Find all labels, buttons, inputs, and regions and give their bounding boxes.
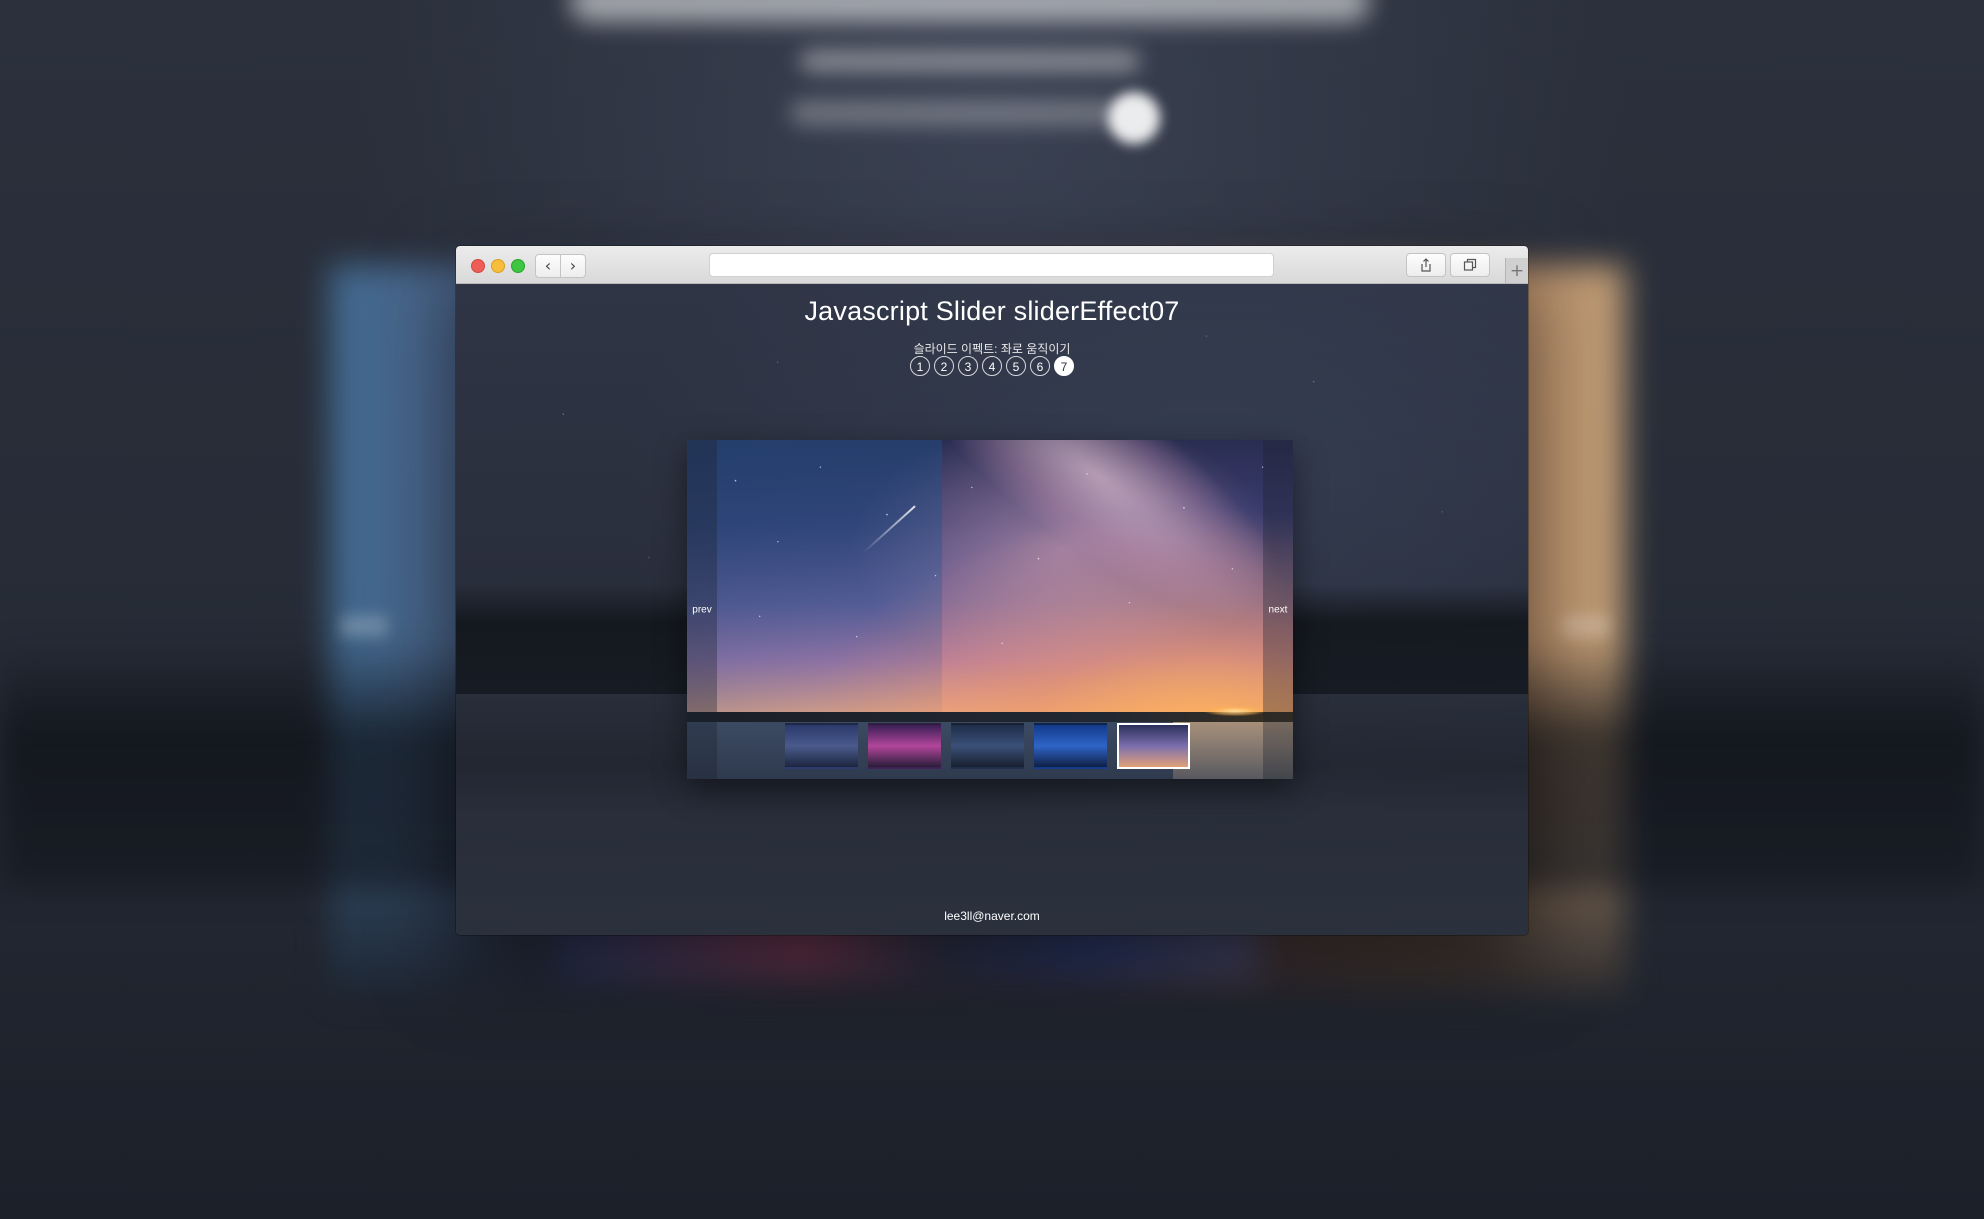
thumbnail-1[interactable] (785, 723, 858, 769)
minimize-window-button[interactable] (491, 259, 505, 273)
address-bar[interactable] (709, 253, 1274, 277)
background-pager-blur (790, 100, 1120, 126)
pager-dot-2[interactable]: 2 (934, 356, 954, 376)
zoom-window-button[interactable] (511, 259, 525, 273)
tabs-overview-button[interactable] (1450, 253, 1490, 277)
pager-dot-4[interactable]: 4 (982, 356, 1002, 376)
page-subtitle: 슬라이드 이펙트: 좌로 움직이기 (913, 342, 1071, 356)
slide-horizon-lights (1205, 706, 1265, 716)
pager-dot-5[interactable]: 5 (1006, 356, 1026, 376)
prev-label: prev (692, 604, 712, 615)
thumbnail-2[interactable] (868, 723, 941, 769)
browser-toolbar: ‹ › + (456, 246, 1528, 284)
background-title-blur (570, 0, 1370, 22)
background-subtitle-blur (800, 50, 1140, 72)
slide-shoreline (687, 712, 1293, 722)
page-title: Javascript Slider sliderEffect07 (804, 296, 1180, 326)
next-button[interactable]: next (1263, 440, 1293, 779)
image-slider: prev next (687, 440, 1293, 779)
background-next-blur (1562, 615, 1610, 637)
browser-window: ‹ › + Javascript Slider sliderEffect07 슬… (456, 246, 1528, 935)
background-prev-blur (340, 615, 388, 637)
share-button[interactable] (1406, 253, 1446, 277)
chevron-right-icon: › (569, 256, 577, 275)
plus-icon: + (1509, 260, 1525, 281)
pager-dot-6[interactable]: 6 (1030, 356, 1050, 376)
footer-email: lee3ll@naver.com (944, 909, 1040, 923)
thumbnail-3[interactable] (951, 723, 1024, 769)
pager-dot-3[interactable]: 3 (958, 356, 978, 376)
pager-dot-1[interactable]: 1 (910, 356, 930, 376)
thumbnail-4[interactable] (1034, 723, 1107, 769)
background-active-dot-blur (1108, 92, 1160, 144)
tabs-overview-icon (1463, 258, 1477, 271)
forward-button[interactable]: › (560, 254, 586, 278)
new-tab-button[interactable]: + (1505, 258, 1528, 283)
back-button[interactable]: ‹ (535, 254, 561, 278)
close-window-button[interactable] (471, 259, 485, 273)
thumbnail-strip (785, 723, 1190, 769)
pager-dot-7[interactable]: 7 (1054, 356, 1074, 376)
thumbnail-5[interactable] (1117, 723, 1190, 769)
share-icon (1421, 258, 1431, 272)
slide-pager: 1 2 3 4 5 6 7 (456, 356, 1528, 376)
next-label: next (1268, 604, 1288, 615)
chevron-left-icon: ‹ (544, 256, 552, 275)
prev-button[interactable]: prev (687, 440, 717, 779)
page-content: Javascript Slider sliderEffect07 슬라이드 이펙… (456, 284, 1528, 935)
